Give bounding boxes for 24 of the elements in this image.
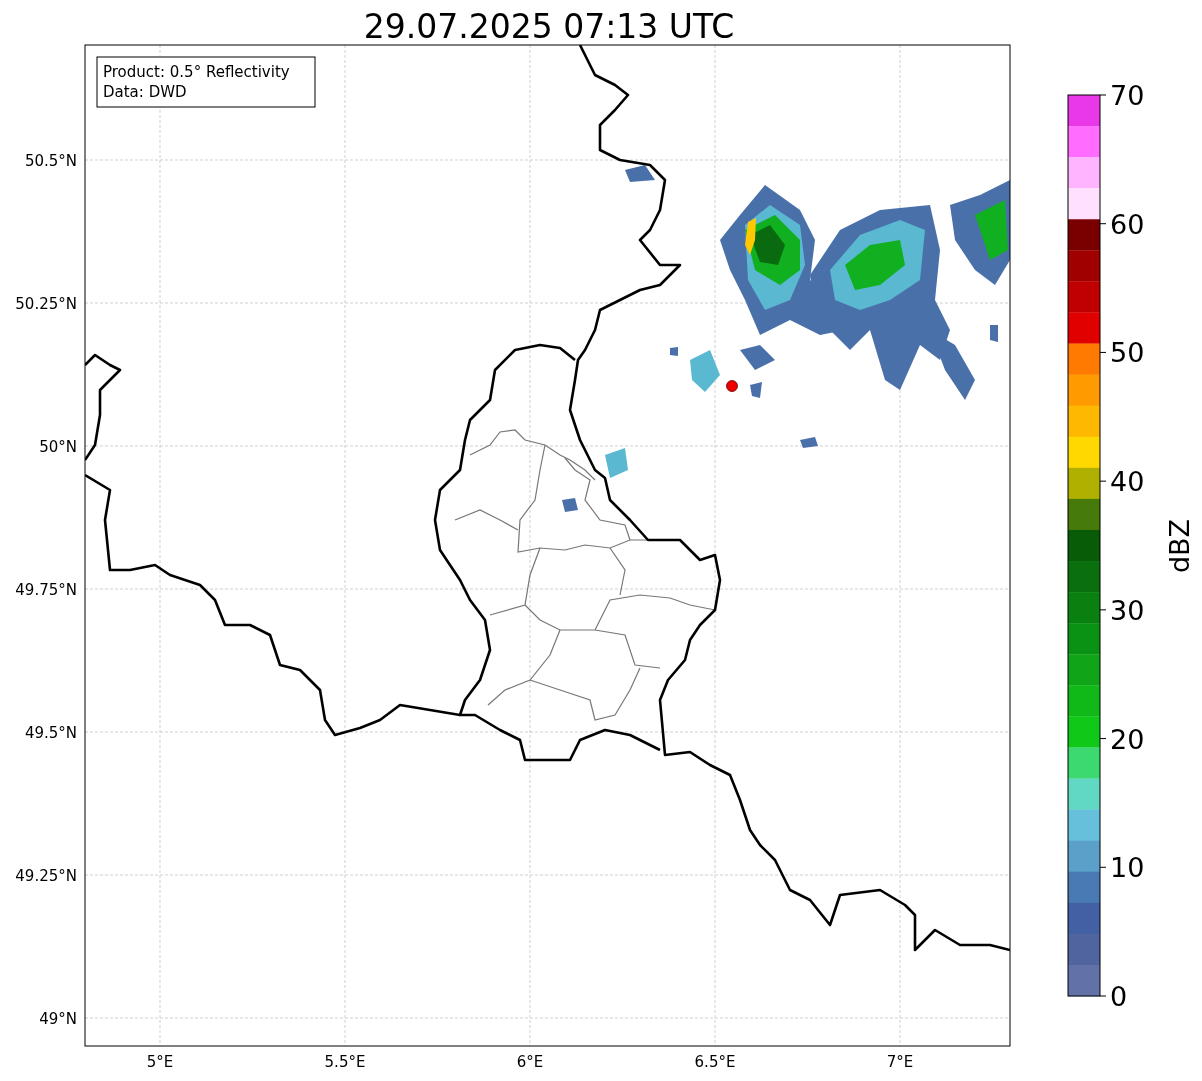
tick-label: 49°N <box>39 1010 77 1028</box>
tick-label: 0 <box>1110 981 1128 1012</box>
tick-label: 70 <box>1110 80 1145 111</box>
tick-label: 6°E <box>516 1053 544 1071</box>
tick-label: 50.5°N <box>24 152 77 170</box>
tick-label: 50°N <box>39 438 77 456</box>
tick-label: 5°E <box>146 1053 174 1071</box>
tick-label: 30 <box>1110 594 1145 626</box>
location-marker <box>726 380 738 392</box>
tick-label: 49.5°N <box>24 724 77 742</box>
tick-label: 49.75°N <box>15 581 77 599</box>
tick-label: 10 <box>1110 852 1145 884</box>
tick-label: 50 <box>1110 337 1145 369</box>
tick-label: 60 <box>1110 208 1145 240</box>
tick-label: 40 <box>1110 466 1145 498</box>
info-box: Product: 0.5° Reflectivity Data: DWD <box>96 56 316 108</box>
tick-label: 5.5°E <box>324 1053 366 1071</box>
tick-label: 50.25°N <box>15 295 77 313</box>
chart-title: 29.07.2025 07:13 UTC <box>363 7 735 46</box>
tick-label: 7°E <box>886 1053 914 1071</box>
tick-label: 20 <box>1110 723 1145 755</box>
tick-label: 6.5°E <box>694 1053 736 1071</box>
tick-label: 49.25°N <box>15 867 77 885</box>
axis-label: dBZ <box>1164 518 1195 574</box>
